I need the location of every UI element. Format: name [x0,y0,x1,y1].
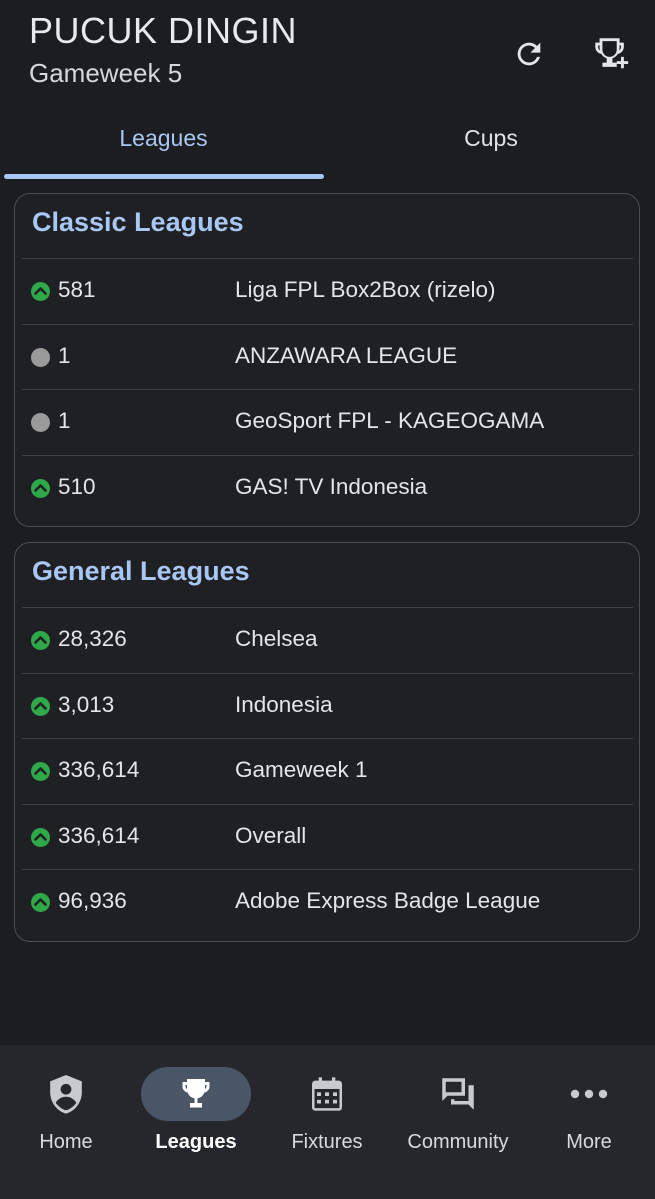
tab-bar: Leagues Cups [0,108,655,180]
app-screen: PUCUK DINGIN Gameweek 5 Leagues Cups Cla… [0,0,655,1199]
nav-leagues[interactable]: Leagues [141,1045,251,1199]
team-name: PUCUK DINGIN [29,10,298,51]
league-row[interactable]: 96,936 Adobe Express Badge League [22,869,633,935]
rank-up-icon [31,282,50,301]
classic-leagues-title: Classic Leagues [32,207,244,237]
league-name: Liga FPL Box2Box (rizelo) [235,277,496,302]
league-name: Overall [235,822,307,848]
league-row[interactable]: 1 ANZAWARA LEAGUE [22,323,633,390]
rank-up-icon [31,762,50,781]
league-name: Chelsea [235,626,318,651]
league-rank: 96,936 [58,888,127,913]
rank-up-icon [31,478,50,498]
rank-up-icon [31,827,50,847]
league-name: Gameweek 1 [235,757,368,782]
rank-up-icon [31,631,50,650]
league-rank: 510 [58,473,96,499]
nav-label: Leagues [155,1131,237,1153]
gameweek-label: Gameweek 5 [29,58,183,88]
league-row[interactable]: 3,013 Indonesia [22,672,633,739]
active-tab-indicator [4,174,324,179]
league-rank: 28,326 [58,626,127,651]
league-rank: 336,614 [58,757,140,782]
league-rank: 1 [58,408,71,433]
rank-same-icon [31,347,50,367]
league-rank: 336,614 [58,822,140,848]
classic-leagues-card: Classic Leagues 581 Liga FPL Box2Box (ri… [14,193,640,527]
league-row[interactable]: 510 GAS! TV Indonesia [22,454,633,521]
rank-up-icon [31,893,50,912]
general-leagues-list: 28,326 Chelsea 3,013 Indonesia 336,614 G… [22,607,633,935]
nav-leagues-pill [141,1067,251,1121]
tab-leagues[interactable]: Leagues [0,108,327,168]
league-name: GAS! TV Indonesia [235,473,428,499]
calendar-icon [312,1077,342,1111]
league-row[interactable]: 28,326 Chelsea [22,607,633,673]
shield-person-icon [50,1075,82,1114]
league-row[interactable]: 336,614 Overall [22,803,633,870]
forum-icon [442,1078,474,1110]
league-name: ANZAWARA LEAGUE [235,342,458,368]
league-rank: 1 [58,342,71,368]
bottom-navigation: Home Leagues Fixtures Community More [0,1045,655,1199]
general-leagues-title: General Leagues [32,556,250,586]
nav-label: Fixtures [291,1131,363,1153]
league-name: GeoSport FPL - KAGEOGAMA [235,408,545,433]
refresh-icon [517,42,541,66]
nav-more-pill [534,1067,644,1121]
nav-home[interactable]: Home [11,1045,121,1199]
general-leagues-card: General Leagues 28,326 Chelsea 3,013 Ind… [14,542,640,942]
nav-fixtures[interactable]: Fixtures [272,1045,382,1199]
nav-community[interactable]: Community [388,1045,528,1199]
classic-leagues-list: 581 Liga FPL Box2Box (rizelo) 1 ANZAWARA… [22,258,633,520]
add-trophy-button[interactable] [589,32,633,76]
nav-label: Home [39,1131,93,1153]
nav-fixtures-pill [272,1067,382,1121]
nav-label: Community [407,1131,509,1153]
trophy-add-icon [595,38,629,69]
trophy-icon [182,1079,210,1108]
league-row[interactable]: 336,614 Gameweek 1 [22,738,633,804]
nav-home-pill [11,1067,121,1121]
nav-label: More [566,1131,612,1153]
league-rank: 3,013 [58,691,115,717]
league-row[interactable]: 581 Liga FPL Box2Box (rizelo) [22,258,633,324]
league-name: Adobe Express Badge League [235,888,541,913]
rank-up-icon [31,696,50,716]
league-name: Indonesia [235,691,333,717]
more-horizontal-icon [570,1089,608,1099]
league-row[interactable]: 1 GeoSport FPL - KAGEOGAMA [22,389,633,455]
nav-community-pill [403,1067,513,1121]
rank-same-icon [31,413,50,432]
league-rank: 581 [58,277,96,302]
tab-cups[interactable]: Cups [327,108,655,168]
nav-more[interactable]: More [534,1045,644,1199]
refresh-button[interactable] [507,32,551,76]
